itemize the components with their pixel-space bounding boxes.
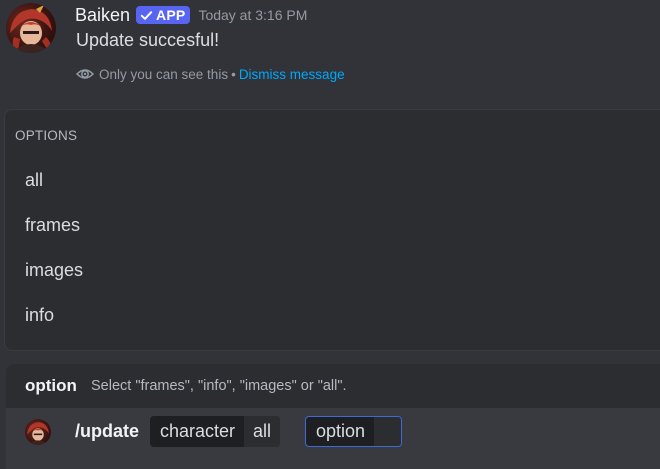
param-value-option-input[interactable] [374,417,401,446]
message-header: Baiken APP Today at 3:16 PM [75,3,307,27]
option-item-all[interactable]: all [25,170,43,191]
message-timestamp: Today at 3:16 PM [198,7,308,23]
avatar-artwork [10,5,52,53]
command-app-avatar [25,419,51,445]
param-label-option: option [316,421,366,441]
verified-check-icon [140,10,153,20]
hint-description: Select "frames", "info", "images" or "al… [91,378,347,394]
option-item-frames[interactable]: frames [25,215,80,236]
eye-icon [76,69,94,79]
hint-option-name: option [25,376,77,395]
options-popup: OPTIONS all frames images info [4,109,660,351]
option-item-info[interactable]: info [25,305,54,326]
app-badge-label: APP [156,7,186,23]
separator: • [231,66,236,82]
param-value-character[interactable]: all [244,416,281,447]
option-hint-bar: option Select "frames", "info", "images"… [6,364,660,408]
username[interactable]: Baiken [75,5,130,26]
bot-message: Baiken APP Today at 3:16 PM Update succe… [0,0,660,100]
ephemeral-notice: Only you can see this • Dismiss message [76,65,345,83]
command-name: /update [75,421,140,441]
param-chip-character[interactable]: character all [150,416,281,447]
param-chip-option[interactable]: option [305,416,402,447]
dismiss-message-link[interactable]: Dismiss message [239,67,345,82]
command-input-bar[interactable]: /update character all option [6,408,660,469]
avatar-artwork-small [27,422,49,445]
options-header: OPTIONS [15,128,78,143]
ephemeral-text: Only you can see this [99,66,229,82]
message-content: Update succesful! [76,30,220,50]
bot-avatar[interactable] [6,3,56,53]
app-badge: APP [136,6,191,24]
param-label-character: character [160,421,236,441]
option-item-images[interactable]: images [25,260,83,281]
